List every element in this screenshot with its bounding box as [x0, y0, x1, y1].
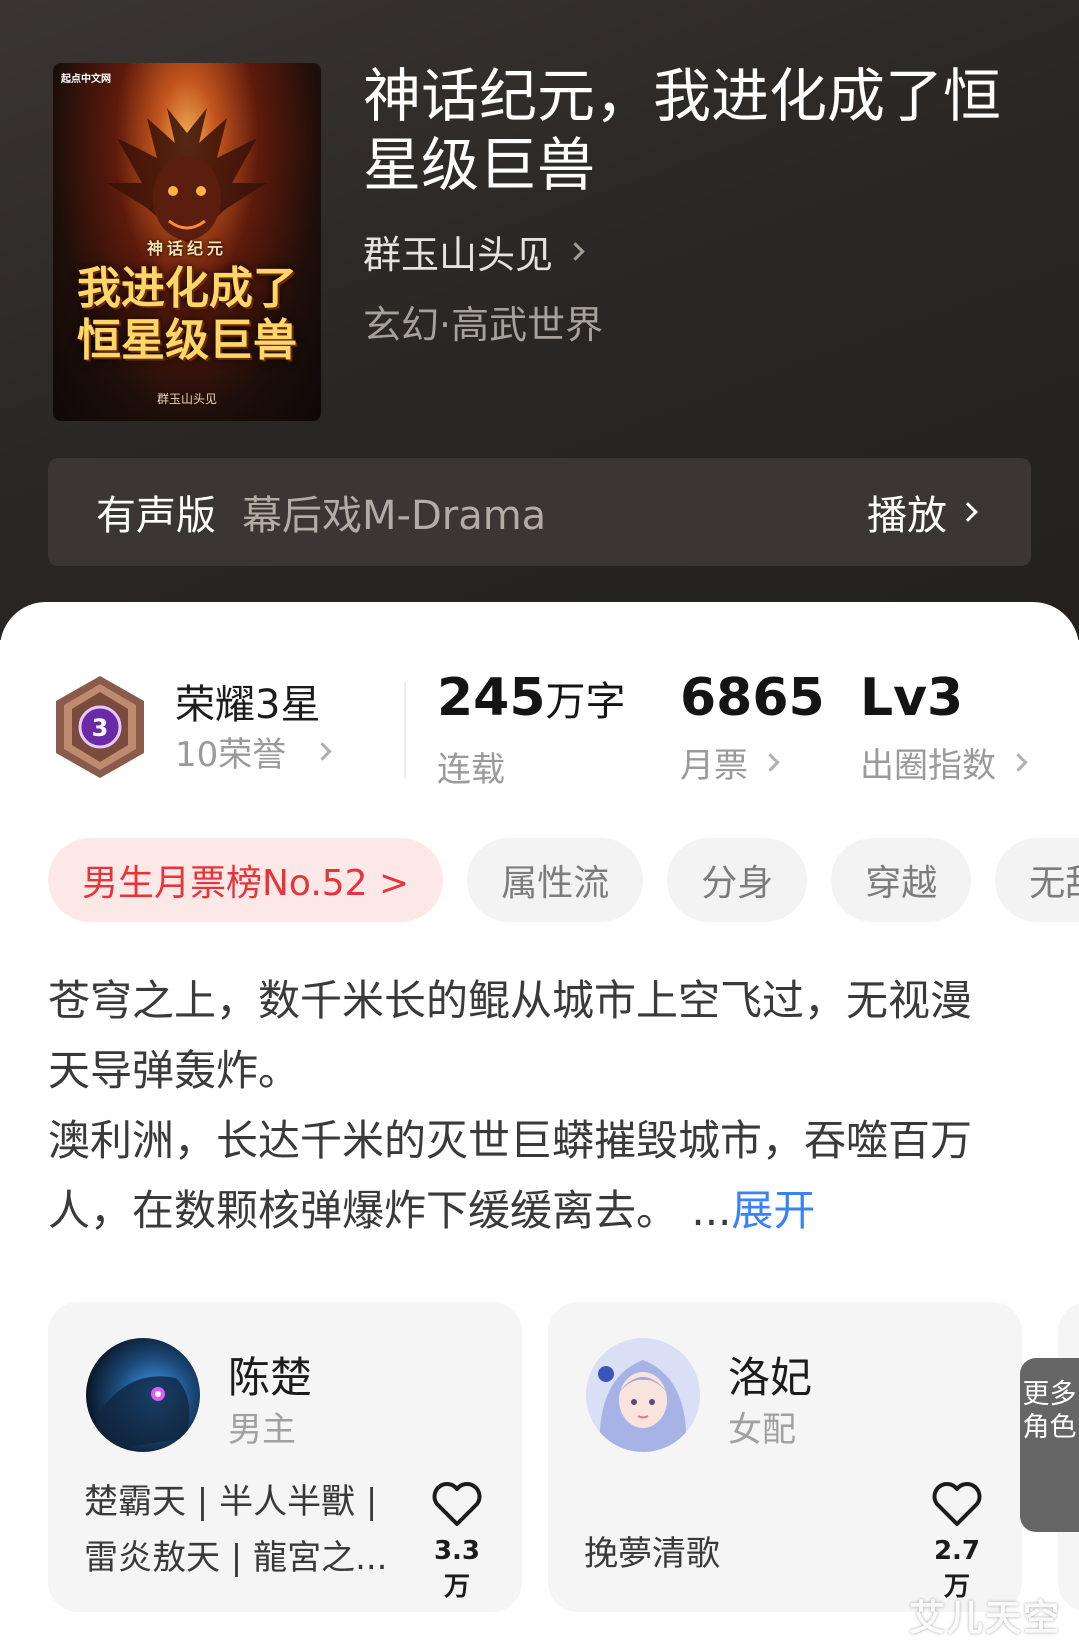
tag-item[interactable]: 属性流	[467, 838, 644, 922]
audio-label: 有声版	[96, 493, 216, 539]
words-unit: 万字	[545, 679, 626, 725]
character-aliases: 楚霸天 | 半人半獸 | 雷炎敖天 | 龍宮之...	[84, 1482, 388, 1578]
chevron-right-icon	[313, 742, 332, 761]
book-cover[interactable]: 起点中文网 神话纪元 我进化成了 恒星级巨兽 群玉山头见	[53, 63, 321, 421]
character-role: 男主	[228, 1410, 296, 1450]
book-info-card: 3 荣耀3星 10荣誉 245万字 连载 6865 月票 Lv3 出圈指数 男生…	[0, 602, 1079, 1649]
book-title: 神话纪元，我进化成了恒星级巨兽	[363, 62, 1002, 199]
like-count: 3.3万	[433, 1536, 481, 1602]
stats-row: 3 荣耀3星 10荣誉 245万字 连载 6865 月票 Lv3 出圈指数	[0, 652, 1079, 790]
tickets-value: 6865	[680, 668, 825, 728]
like-button[interactable]: 3.3万	[422, 1480, 492, 1603]
description-text: 苍穹之上，数千米长的鲲从城市上空飞过，无视漫天导弹轰炸。 澳利洲，长达千米的灭世…	[48, 976, 973, 1235]
index-value: Lv3	[860, 668, 964, 728]
stat-words: 245万字 连载	[437, 668, 626, 791]
medal-icon[interactable]: 3	[52, 674, 148, 780]
more-roles-button[interactable]: 更多角色	[1020, 1358, 1079, 1532]
tag-list: 男生月票榜No.52 > 属性流 分身 穿越 无敌	[48, 838, 1079, 922]
book-genre[interactable]: 玄幻·高武世界	[363, 294, 603, 349]
divider	[404, 682, 406, 778]
tag-item[interactable]: 无敌	[995, 838, 1079, 922]
chevron-right-icon	[1009, 753, 1028, 772]
cover-title: 我进化成了 恒星级巨兽	[61, 263, 313, 367]
character-card[interactable]: 陈楚 男主 楚霸天 | 半人半獸 | 雷炎敖天 | 龍宮之... 3.3万	[48, 1302, 522, 1612]
tag-item[interactable]: 分身	[667, 838, 808, 922]
character-name: 洛妃	[728, 1353, 813, 1402]
honor-title[interactable]: 荣耀3星	[175, 672, 320, 730]
play-button[interactable]: 播放	[867, 458, 978, 566]
index-label: 出圈指数	[860, 746, 996, 786]
tickets-label: 月票	[680, 746, 748, 786]
like-button[interactable]: 2.7万	[922, 1480, 992, 1603]
cover-series: 神话纪元	[146, 239, 227, 258]
tag-item[interactable]: 穿越	[831, 838, 972, 922]
character-avatar	[86, 1338, 200, 1452]
character-card[interactable]: 洛妃 女配 挽夢清歌 2.7万	[548, 1302, 1022, 1612]
audio-source: 幕后戏M-Drama	[242, 493, 547, 539]
cover-author: 群玉山头见	[156, 392, 217, 406]
author-name: 群玉山头见	[363, 233, 554, 277]
honor-points: 10荣誉	[175, 735, 287, 775]
book-detail-page: 起点中文网 神话纪元 我进化成了 恒星级巨兽 群玉山头见 神话纪元，我进化成了恒…	[0, 0, 1079, 1649]
tag-ranking[interactable]: 男生月票榜No.52 >	[48, 838, 444, 922]
book-description[interactable]: 苍穹之上，数千米长的鲲从城市上空飞过，无视漫天导弹轰炸。 澳利洲，长达千米的灭世…	[48, 966, 1008, 1246]
words-label: 连载	[437, 750, 505, 790]
watermark: 艾儿天空	[908, 1598, 1061, 1639]
words-value: 245	[437, 668, 546, 728]
chevron-right-icon	[958, 502, 978, 522]
chevron-right-icon	[761, 753, 780, 772]
character-role: 女配	[728, 1410, 796, 1450]
cover-title-line2: 恒星级巨兽	[77, 315, 297, 366]
stat-monthly-tickets[interactable]: 6865 月票	[680, 668, 825, 787]
character-aliases: 挽夢清歌	[584, 1534, 720, 1574]
honor-link[interactable]: 10荣誉	[175, 727, 332, 776]
play-label: 播放	[867, 493, 947, 539]
character-avatar	[586, 1338, 700, 1452]
cover-publisher-logo: 起点中文网	[61, 74, 111, 85]
character-name: 陈楚	[228, 1353, 313, 1402]
medal-level: 3	[92, 714, 109, 742]
book-header: 起点中文网 神话纪元 我进化成了 恒星级巨兽 群玉山头见 神话纪元，我进化成了恒…	[0, 0, 1079, 640]
stat-popularity-index[interactable]: Lv3 出圈指数	[860, 668, 1028, 787]
audio-version-bar[interactable]: 有声版 幕后戏M-Drama 播放	[48, 458, 1031, 566]
chevron-right-icon	[566, 242, 585, 261]
cover-title-line1: 我进化成了	[77, 263, 297, 314]
expand-link[interactable]: 展开	[731, 1186, 815, 1235]
author-link[interactable]: 群玉山头见	[363, 224, 585, 279]
heart-icon	[432, 1482, 482, 1526]
heart-icon	[932, 1482, 982, 1526]
